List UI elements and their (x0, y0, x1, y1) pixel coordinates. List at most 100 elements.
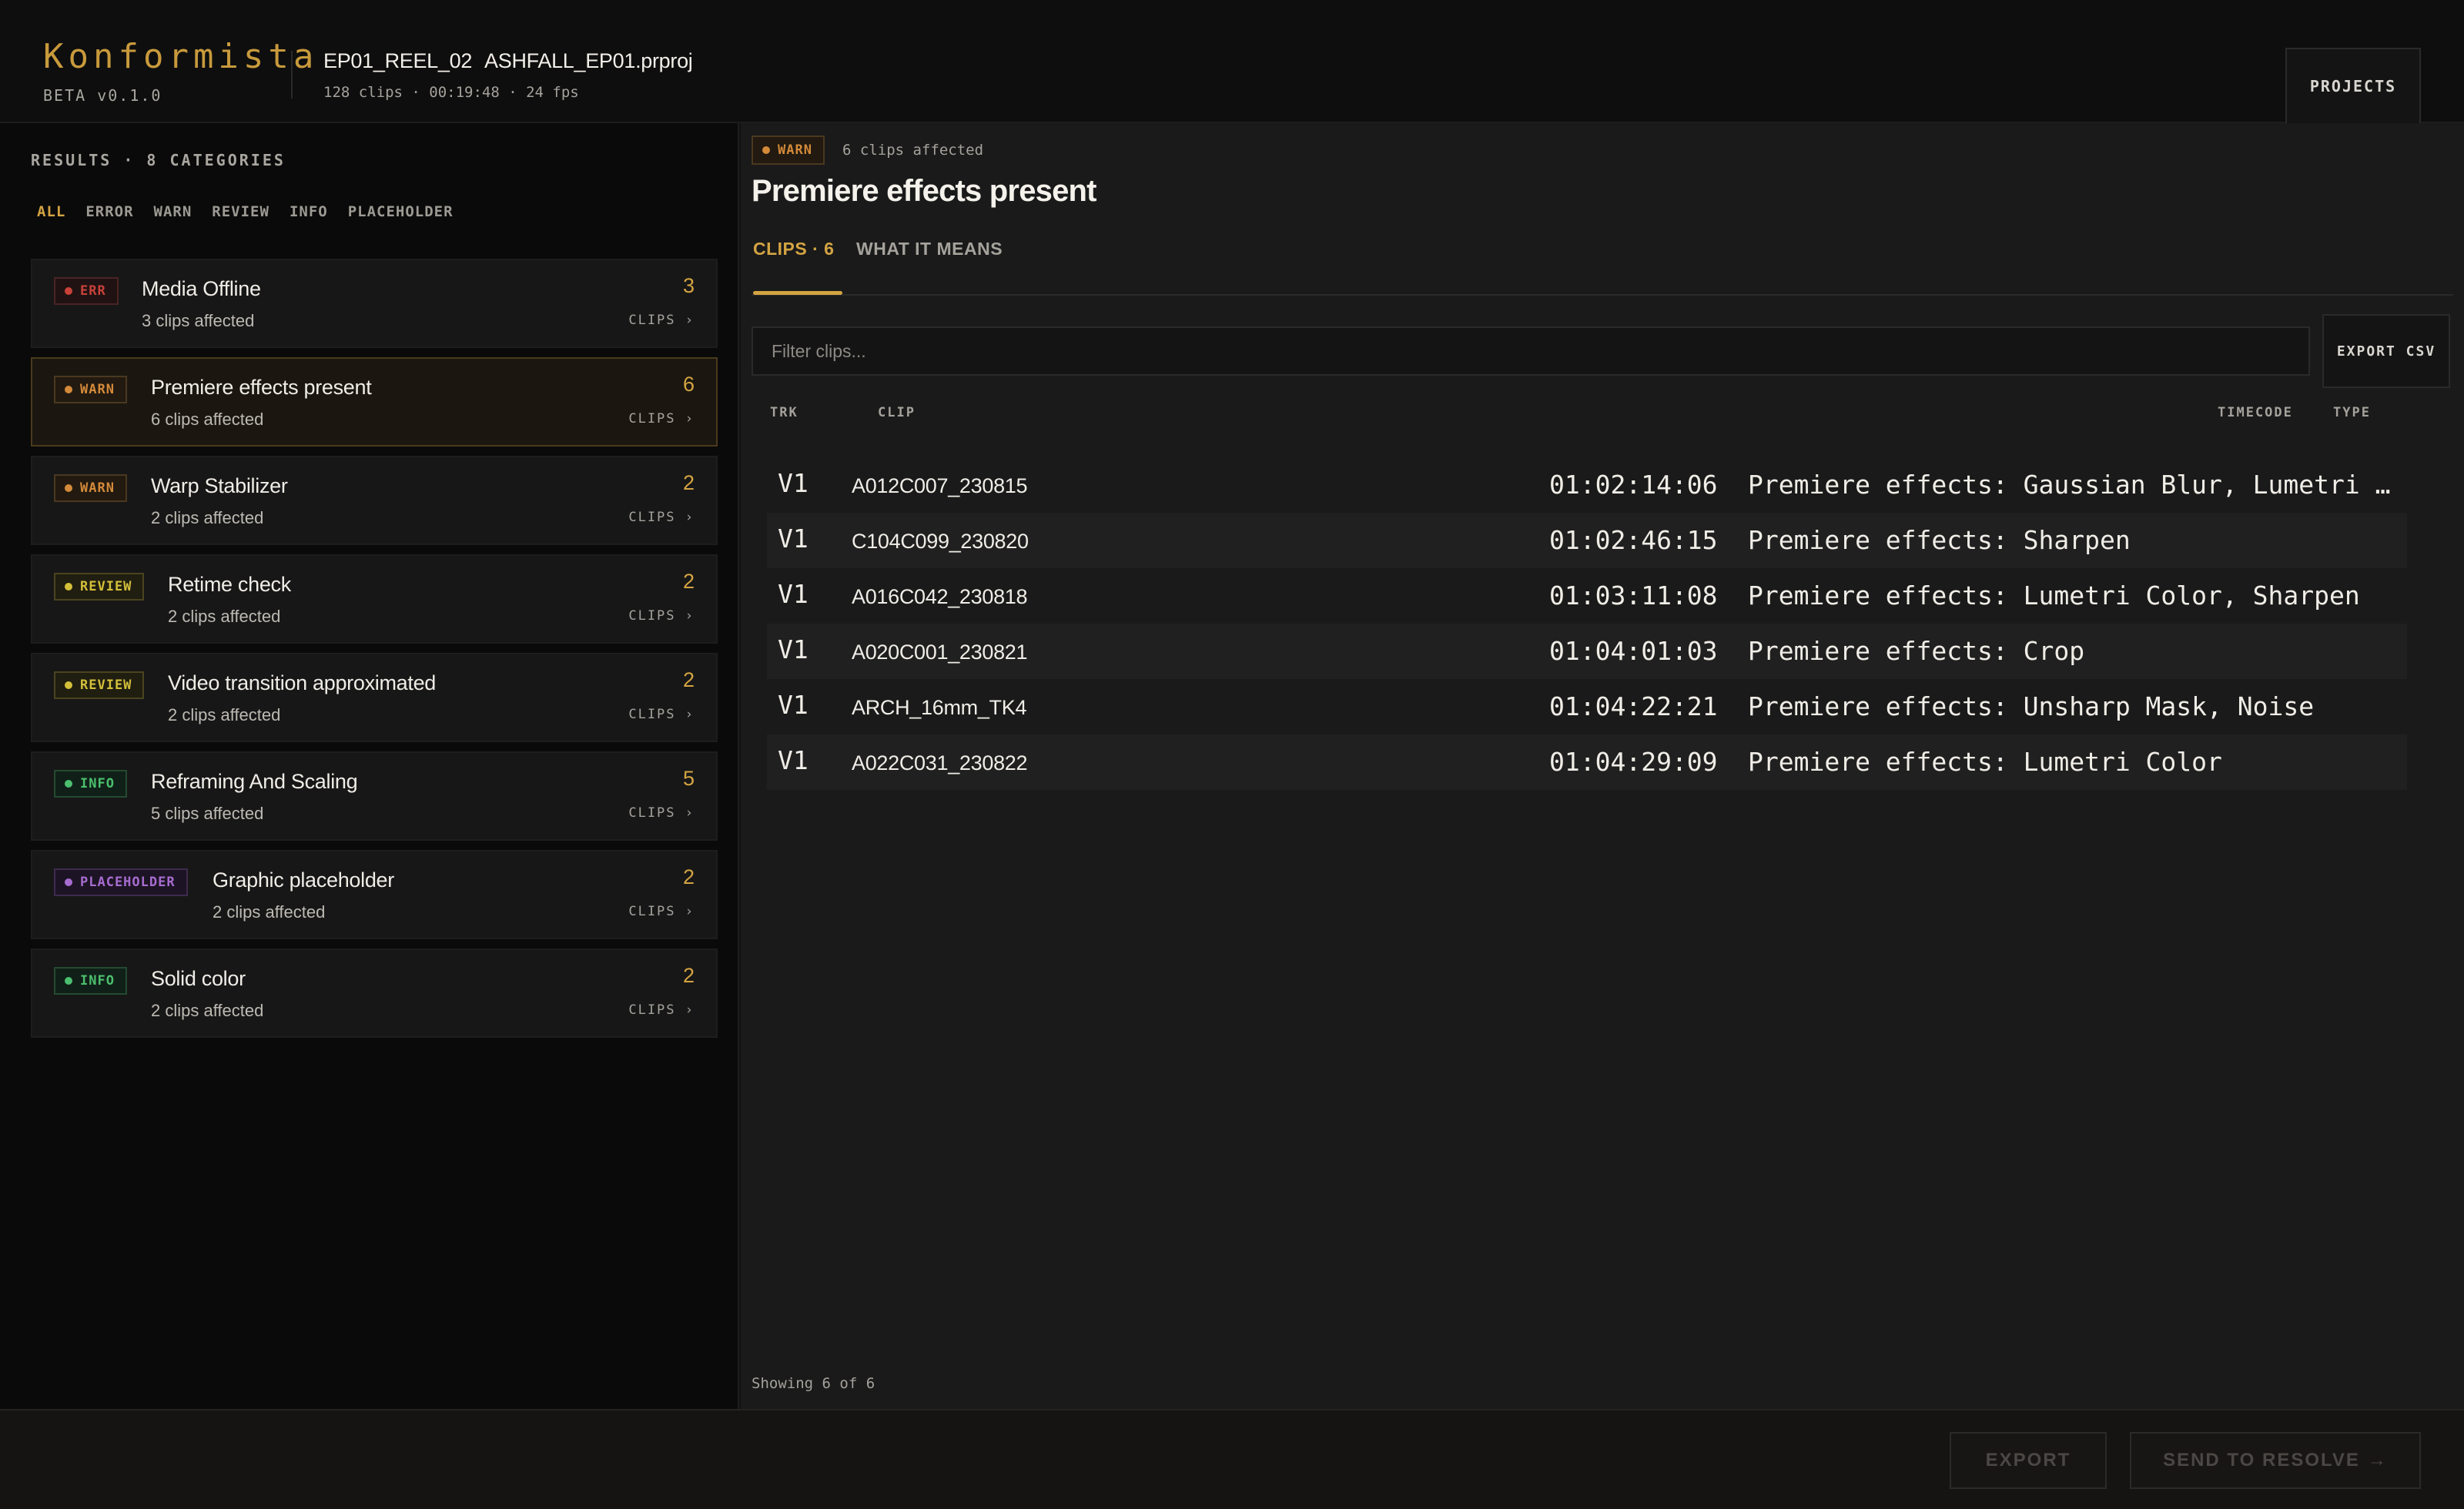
category-clips-link[interactable]: CLIPS › (628, 1002, 695, 1018)
arrow-right-icon: → (2367, 1450, 2388, 1471)
status-dot-icon (762, 146, 770, 154)
brand-version: BETA v0.1.0 (43, 86, 162, 105)
category-item[interactable]: PLACEHOLDER Graphic placeholder 2 clips … (31, 850, 718, 939)
severity-badge: REVIEW (54, 671, 145, 699)
table-row[interactable]: V1 C104C099_230820 01:02:46:15 Premiere … (767, 513, 2407, 568)
cell-clip-name: ARCH_16mm_TK4 (852, 696, 1027, 719)
category-count: 2 (682, 964, 695, 987)
badge-label: REVIEW (80, 678, 132, 693)
project-info: EP01_REEL_02 ASHFALL_EP01.prproj 128 clip… (323, 49, 693, 101)
cell-type: Premiere effects: Unsharp Mask, Noise (1748, 691, 2315, 721)
category-item[interactable]: INFO Solid color 2 clips affected 2 CLIP… (31, 949, 718, 1038)
table-row[interactable]: V1 A022C031_230822 01:04:29:09 Premiere … (767, 734, 2407, 790)
brand-name: Konformista (43, 37, 319, 76)
table-row[interactable]: V1 A016C042_230818 01:03:11:08 Premiere … (767, 568, 2407, 624)
severity-badge: PLACEHOLDER (54, 868, 188, 896)
cell-track: V1 (778, 468, 808, 498)
category-name: Warp Stabilizer (151, 474, 288, 497)
showing-count: Showing 6 of 6 (752, 1375, 875, 1392)
category-count: 2 (682, 668, 695, 691)
filter-review[interactable]: REVIEW (212, 203, 270, 220)
severity-badge: WARN (54, 376, 127, 403)
category-item[interactable]: WARN Premiere effects present 6 clips af… (31, 357, 718, 447)
category-item[interactable]: REVIEW Retime check 2 clips affected 2 C… (31, 554, 718, 644)
filter-error[interactable]: ERROR (85, 203, 133, 220)
brand: Konformista BETA v0.1.0 (43, 40, 318, 105)
severity-badge: WARN (54, 474, 127, 502)
cell-timecode: 01:03:11:08 (1549, 581, 1718, 611)
status-dot-icon (65, 878, 72, 886)
badge-label: INFO (80, 776, 115, 791)
category-count: 2 (682, 570, 695, 593)
export-csv-button[interactable]: EXPORT CSV (2322, 314, 2450, 388)
status-dot-icon (65, 484, 72, 492)
header-divider (291, 51, 293, 99)
category-name: Solid color (151, 967, 246, 990)
badge-label: WARN (778, 142, 812, 158)
send-to-resolve-button[interactable]: SEND TO RESOLVE → (2130, 1432, 2421, 1489)
filter-info[interactable]: INFO (290, 203, 328, 220)
badge-label: PLACEHOLDER (80, 875, 176, 890)
category-count: 5 (682, 767, 695, 790)
cell-type: Premiere effects: Lumetri Color (1748, 747, 2222, 777)
clips-table-header: TRK CLIP TIMECODE TYPE (752, 405, 2453, 436)
category-list: ERR Media Offline 3 clips affected 3 CLI… (31, 259, 718, 1047)
tab-what-it-means[interactable]: WHAT IT MEANS (856, 239, 1003, 281)
filter-warn[interactable]: WARN (154, 203, 192, 220)
active-tab-indicator (753, 291, 842, 295)
category-affected: 2 clips affected (213, 902, 326, 922)
category-name: Video transition approximated (168, 671, 437, 694)
badge-label: WARN (80, 480, 115, 496)
category-clips-link[interactable]: CLIPS › (628, 805, 695, 821)
category-clips-link[interactable]: CLIPS › (628, 313, 695, 328)
category-item[interactable]: ERR Media Offline 3 clips affected 3 CLI… (31, 259, 718, 348)
export-button[interactable]: EXPORT (1950, 1432, 2107, 1489)
category-item[interactable]: WARN Warp Stabilizer 2 clips affected 2 … (31, 456, 718, 545)
clips-table-body: V1 A012C007_230815 01:02:14:06 Premiere … (767, 457, 2407, 790)
category-item[interactable]: REVIEW Video transition approximated 2 c… (31, 653, 718, 742)
severity-filters: ALL ERROR WARN REVIEW INFO PLACEHOLDER (37, 203, 454, 220)
tab-clips[interactable]: CLIPS · 6 (753, 239, 834, 281)
cell-clip-name: A020C001_230821 (852, 641, 1028, 664)
table-row[interactable]: V1 A012C007_230815 01:02:14:06 Premiere … (767, 457, 2407, 513)
table-row[interactable]: V1 A020C001_230821 01:04:01:03 Premiere … (767, 624, 2407, 679)
cell-type: Premiere effects: Lumetri Color, Sharpen (1748, 581, 2360, 611)
column-header-type[interactable]: TYPE (2333, 405, 2371, 420)
badge-label: REVIEW (80, 579, 132, 594)
category-count: 3 (682, 274, 695, 297)
cell-track: V1 (778, 524, 808, 554)
send-to-resolve-label: SEND TO RESOLVE (2163, 1450, 2360, 1471)
projects-button[interactable]: PROJECTS (2285, 48, 2421, 123)
column-header-trk[interactable]: TRK (770, 405, 798, 420)
filter-placeholder[interactable]: PLACEHOLDER (348, 203, 454, 220)
status-dot-icon (65, 386, 72, 393)
cell-clip-name: A016C042_230818 (852, 585, 1028, 608)
table-row[interactable]: V1 ARCH_16mm_TK4 01:04:22:21 Premiere ef… (767, 679, 2407, 734)
category-clips-link[interactable]: CLIPS › (628, 707, 695, 722)
category-clips-link[interactable]: CLIPS › (628, 608, 695, 624)
category-affected: 5 clips affected (151, 804, 264, 823)
action-footer: EXPORT SEND TO RESOLVE → (0, 1409, 2464, 1509)
filter-all[interactable]: ALL (37, 203, 65, 220)
category-item[interactable]: INFO Reframing And Scaling 5 clips affec… (31, 751, 718, 841)
category-clips-link[interactable]: CLIPS › (628, 510, 695, 525)
category-clips-link[interactable]: CLIPS › (628, 904, 695, 919)
category-affected: 6 clips affected (151, 410, 264, 429)
category-clips-link[interactable]: CLIPS › (628, 411, 695, 427)
cell-track: V1 (778, 690, 808, 720)
category-name: Media Offline (142, 277, 261, 300)
cell-type: Premiere effects: Crop (1748, 636, 2085, 666)
category-affected: 3 clips affected (142, 311, 255, 330)
cell-timecode: 01:04:29:09 (1549, 747, 1718, 777)
column-header-clip[interactable]: CLIP (878, 405, 916, 420)
project-reel: EP01_REEL_02 (323, 49, 473, 72)
project-file: ASHFALL_EP01.prproj (484, 49, 693, 72)
column-header-timecode[interactable]: TIMECODE (2218, 405, 2293, 420)
category-affected: 2 clips affected (168, 607, 281, 626)
filter-clips-input[interactable] (752, 326, 2310, 376)
project-meta: 128 clips · 00:19:48 · 24 fps (323, 84, 579, 101)
cell-clip-name: A012C007_230815 (852, 474, 1028, 497)
cell-timecode: 01:02:14:06 (1549, 470, 1718, 500)
category-count: 2 (682, 471, 695, 494)
status-dot-icon (65, 780, 72, 788)
